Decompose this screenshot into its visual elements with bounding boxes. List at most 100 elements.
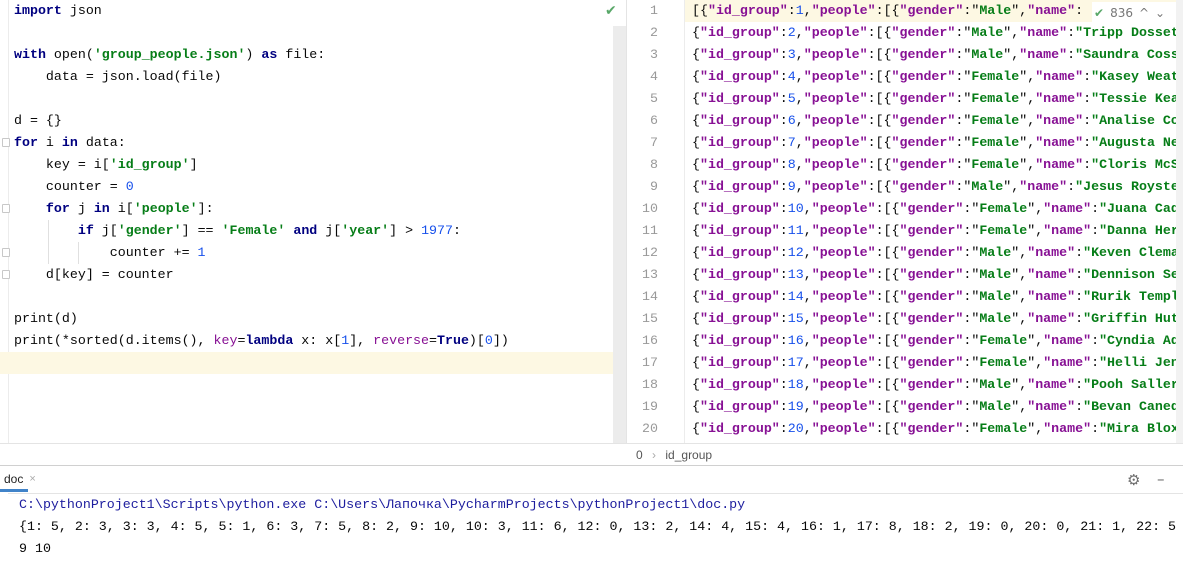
json-token: "name" [1019,47,1068,62]
json-line: {"id_group":12,"people":[{"gender":"Male… [692,242,1178,264]
json-token: : [1067,179,1076,194]
minimize-icon[interactable]: – [1157,470,1165,488]
json-token: : [1067,25,1076,40]
json-token: "gender" [899,377,964,392]
next-arrow-icon[interactable]: ⌄ [1155,6,1165,20]
json-token: :[{ [867,135,892,150]
json-line: {"id_group":17,"people":[{"gender":"Fema… [692,352,1178,374]
json-token: : [1075,289,1084,304]
json-token: ", [1019,157,1036,172]
json-token: : [1075,311,1084,326]
code-token: 0 [125,179,134,194]
json-token: :[{ [867,91,892,106]
json-token: ", [1003,25,1020,40]
json-token: "people" [811,223,876,238]
fold-icon[interactable] [2,204,10,213]
json-token: Pooh Saller [1091,377,1178,392]
json-token: 8 [787,157,796,172]
code-token: ] == [181,223,222,238]
json-token: :[{ [875,223,900,238]
json-token: Male [979,377,1012,392]
inspection-ok-icon[interactable]: ✔ [605,3,617,19]
line-number: 3 [650,47,658,62]
code-line: d = {} [14,110,62,132]
json-token: :" [963,289,980,304]
close-icon[interactable]: × [29,473,35,485]
inspection-widget[interactable]: ✔ 836 ^ ⌄ [1092,2,1176,24]
code-token: = [429,333,437,348]
json-token: 16 [787,333,804,348]
json-token: "name" [1027,311,1076,326]
code-token: 0 [484,333,493,348]
json-token: 7 [787,135,796,150]
json-token: 17 [787,355,804,370]
json-token: , [803,355,812,370]
json-token: , [803,311,812,326]
json-token: :[{ [867,179,892,194]
code-line: counter = 0 [14,176,134,198]
json-token: "people" [803,91,868,106]
json-token: , [803,399,812,414]
run-tab-doc[interactable]: doc × [0,468,36,492]
json-token: : [779,179,788,194]
line-number: 17 [642,355,658,370]
code-token: ]) [492,333,509,348]
json-token: { [692,47,700,62]
json-token: , [795,157,804,172]
console-command-line: C:\pythonProject1\Scripts\python.exe C:\… [19,497,746,512]
json-token: : [1091,223,1100,238]
vertical-scrollbar[interactable] [1176,0,1183,443]
json-token: Female [971,113,1020,128]
json-token: 13 [787,267,804,282]
breadcrumb-item[interactable]: id_group [665,448,712,462]
json-token: : [779,399,788,414]
json-token: { [692,179,700,194]
python-editor[interactable]: import json with open('group_people.json'… [0,0,627,443]
previous-arrow-icon[interactable]: ^ [1139,6,1149,20]
json-token: : [1075,399,1084,414]
code-token: i [37,135,62,150]
json-token: Female [979,201,1028,216]
json-token: 12 [787,245,804,260]
fold-icon[interactable] [2,138,10,147]
code-line: key = i['id_group'] [14,154,198,176]
json-token: " [1083,311,1092,326]
json-token: "people" [811,399,876,414]
json-token: ", [1027,421,1044,436]
fold-icon[interactable] [2,270,10,279]
code-line: d[key] = counter [14,264,174,286]
json-token: ", [1019,113,1036,128]
json-token: "id_group" [699,267,780,282]
line-number: 11 [642,223,658,238]
code-line: print(*sorted(d.items(), key = lambda x: x… [14,330,509,352]
json-token: : [779,157,788,172]
json-token: ", [1003,47,1020,62]
json-token: "name" [1027,245,1076,260]
gear-icon[interactable]: ⚙ [1127,471,1140,489]
json-token: " [1083,245,1092,260]
code-token: ] > [389,223,422,238]
json-token: " [1091,91,1100,106]
code-token: 1977 [421,223,453,238]
json-token: "gender" [899,223,964,238]
code-token: as [261,47,278,62]
json-token: "id_group" [699,399,780,414]
json-token: Female [971,135,1020,150]
json-token: { [692,377,700,392]
json-token: "gender" [891,25,956,40]
breadcrumb-root[interactable]: 0 [636,448,643,462]
line-number: 5 [650,91,658,106]
json-token: "people" [811,289,876,304]
code-token: 1 [197,245,206,260]
json-token: 11 [787,223,804,238]
vertical-scrollbar[interactable] [613,26,626,443]
json-token: "name" [1043,333,1092,348]
code-token: 'year' [341,223,390,238]
code-token: x: x[ [293,333,342,348]
json-token: " [1083,399,1092,414]
json-editor[interactable]: 1 [{"id_group":1,"people":[{"gender":"Mal… [628,0,1183,443]
fold-icon[interactable] [2,248,10,257]
json-token: , [803,421,812,436]
json-token: :[{ [867,157,892,172]
json-token: :" [955,69,972,84]
